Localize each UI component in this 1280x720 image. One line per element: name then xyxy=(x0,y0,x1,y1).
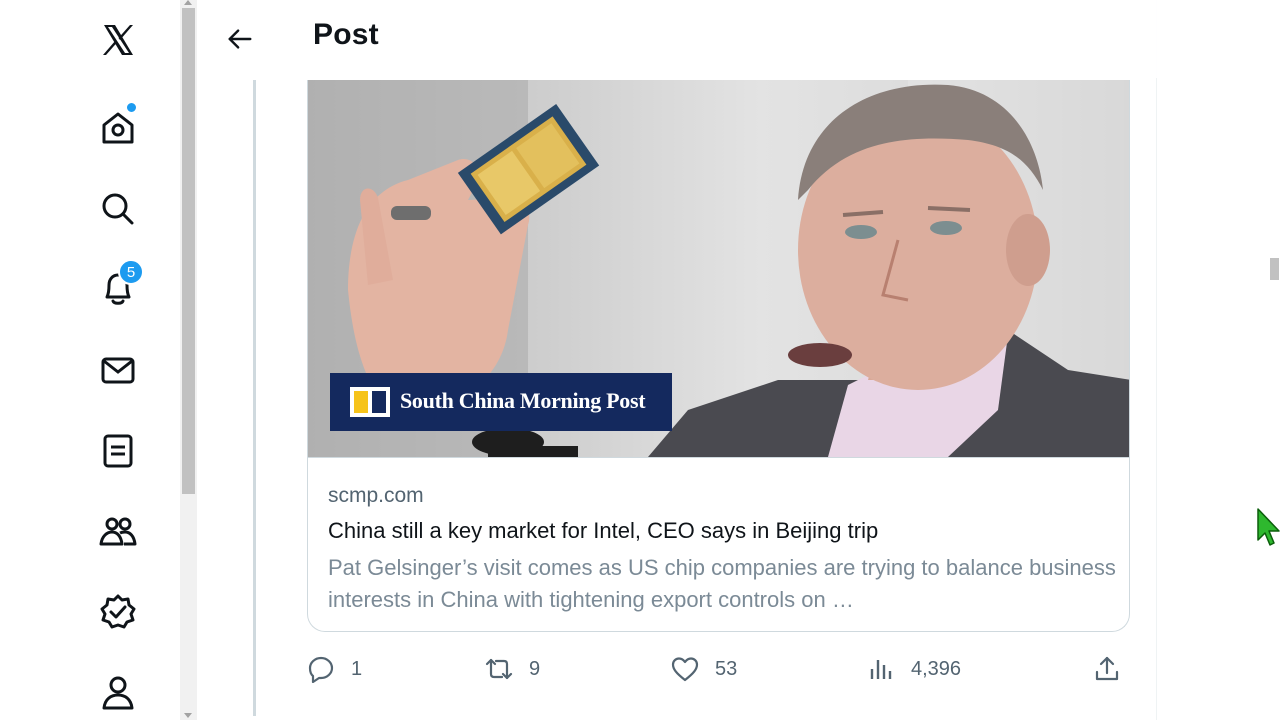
like-count: 53 xyxy=(715,657,738,680)
scmp-logo-mark xyxy=(350,387,390,417)
mouse-cursor-icon xyxy=(1257,508,1280,546)
home-icon xyxy=(102,112,134,144)
page-scrollbar-thumb[interactable] xyxy=(1270,258,1279,280)
unread-dot xyxy=(126,102,137,113)
explore-nav-item[interactable] xyxy=(92,183,144,235)
communities-nav-item[interactable] xyxy=(92,505,144,557)
scrollbar-thumb[interactable] xyxy=(182,8,195,494)
verified-icon xyxy=(100,594,136,629)
page-title: Post xyxy=(313,18,379,51)
profile-nav-item[interactable] xyxy=(92,666,144,718)
share-icon xyxy=(1095,656,1119,681)
views-count: 4,396 xyxy=(911,657,962,680)
reply-count: 1 xyxy=(351,657,363,680)
verified-nav-item[interactable] xyxy=(92,586,144,638)
like-button[interactable]: 53 xyxy=(671,648,737,690)
article-image[interactable]: South China Morning Post xyxy=(308,80,1129,457)
post-header: Post xyxy=(197,0,1157,78)
views-chart-icon xyxy=(870,660,892,679)
repost-icon xyxy=(485,658,513,680)
reply-icon xyxy=(308,656,334,683)
reply-button[interactable]: 1 xyxy=(307,648,362,690)
back-button[interactable] xyxy=(223,22,257,56)
profile-icon xyxy=(102,676,134,710)
scroll-up-arrow[interactable] xyxy=(184,0,192,5)
notifications-badge: 5 xyxy=(118,259,144,285)
communities-icon xyxy=(99,517,137,546)
views-button[interactable]: 4,396 xyxy=(867,648,961,690)
repost-count: 9 xyxy=(529,657,541,680)
page-scrollbar[interactable] xyxy=(1268,0,1280,720)
lists-icon xyxy=(103,434,133,468)
left-navigation: 5 xyxy=(0,0,180,720)
repost-button[interactable]: 9 xyxy=(485,648,540,690)
thread-line xyxy=(253,80,256,716)
notifications-nav-item[interactable]: 5 xyxy=(92,259,144,315)
search-icon xyxy=(102,193,134,225)
link-meta[interactable]: scmp.com China still a key market for In… xyxy=(308,457,1129,631)
scmp-logo-text: South China Morning Post xyxy=(400,388,646,413)
scmp-logo: South China Morning Post xyxy=(330,373,672,431)
home-nav-item[interactable] xyxy=(92,102,144,154)
heart-icon xyxy=(671,657,699,682)
link-headline: China still a key market for Intel, CEO … xyxy=(328,518,879,543)
link-preview-card[interactable]: South China Morning Post scmp.com China … xyxy=(307,80,1130,632)
mail-icon xyxy=(101,357,135,384)
nav-scrollbar[interactable] xyxy=(180,0,197,720)
post-column: Post South China Morning Post scmp.com C… xyxy=(197,0,1157,720)
arrow-left-icon xyxy=(228,29,252,49)
share-button[interactable] xyxy=(1093,648,1137,690)
lists-nav-item[interactable] xyxy=(92,425,144,477)
scroll-down-arrow[interactable] xyxy=(184,713,192,718)
link-description: Pat Gelsinger’s visit comes as US chip c… xyxy=(328,555,1116,612)
link-domain: scmp.com xyxy=(328,484,424,507)
post-actions: 1 9 53 4,396 xyxy=(307,648,1130,690)
x-logo-icon[interactable] xyxy=(92,14,144,66)
messages-nav-item[interactable] xyxy=(92,344,144,396)
